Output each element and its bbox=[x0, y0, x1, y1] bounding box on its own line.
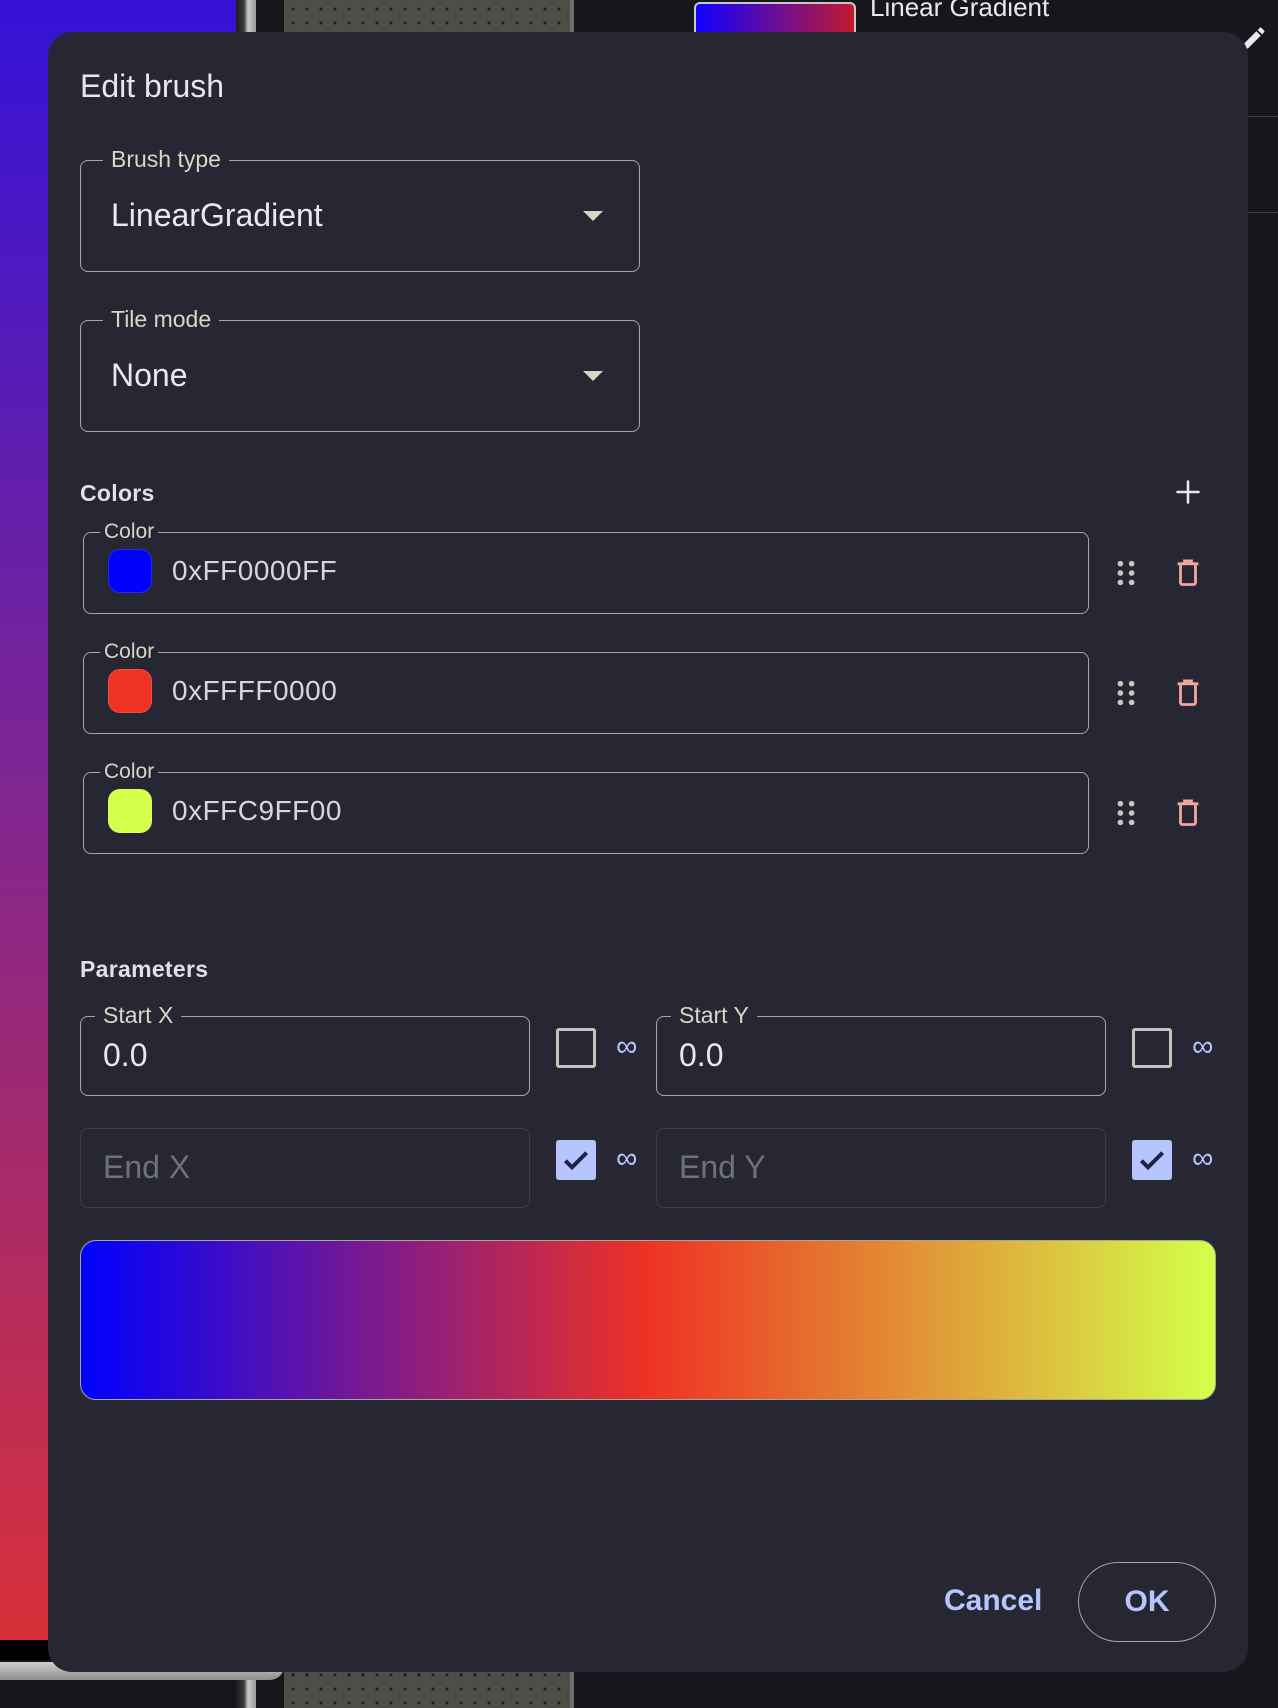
color-field-label: Color bbox=[100, 638, 159, 666]
edit-brush-dialog: Edit brush Brush type LinearGradient Til… bbox=[48, 32, 1248, 1672]
colors-section-label: Colors bbox=[80, 480, 155, 506]
cancel-button[interactable]: Cancel bbox=[944, 1584, 1042, 1618]
start-y-input[interactable]: Start Y 0.0 bbox=[656, 1001, 1106, 1096]
color-swatch[interactable] bbox=[108, 549, 152, 593]
start-x-value: 0.0 bbox=[103, 1037, 148, 1073]
parameters-section-label: Parameters bbox=[80, 956, 209, 982]
color-swatch[interactable] bbox=[108, 669, 152, 713]
color-value: 0xFFFF0000 bbox=[172, 675, 338, 706]
infinity-icon: ∞ bbox=[616, 1142, 638, 1175]
start-x-infinite-checkbox[interactable] bbox=[556, 1028, 596, 1068]
add-color-button[interactable] bbox=[1168, 472, 1208, 512]
start-x-label: Start X bbox=[95, 1001, 182, 1029]
color-swatch[interactable] bbox=[108, 789, 152, 833]
end-y-input: End Y bbox=[656, 1128, 1106, 1208]
caret-down-icon bbox=[583, 211, 603, 221]
delete-color-button[interactable] bbox=[1168, 553, 1208, 593]
end-x-input: End X bbox=[80, 1128, 530, 1208]
checkmark-icon bbox=[563, 1151, 589, 1171]
drag-handle-icon[interactable] bbox=[1106, 553, 1146, 593]
infinity-icon: ∞ bbox=[1192, 1142, 1214, 1175]
brush-list-item-title: Linear Gradient bbox=[870, 0, 1050, 22]
infinity-icon: ∞ bbox=[616, 1030, 638, 1063]
trash-icon bbox=[1177, 799, 1199, 826]
drag-handle-icon[interactable] bbox=[1106, 793, 1146, 833]
delete-color-button[interactable] bbox=[1168, 673, 1208, 713]
color-field[interactable]: Color 0xFFC9FF00 bbox=[83, 758, 1089, 854]
brush-type-value: LinearGradient bbox=[111, 197, 323, 233]
start-y-value: 0.0 bbox=[679, 1037, 724, 1073]
delete-color-button[interactable] bbox=[1168, 793, 1208, 833]
trash-icon bbox=[1177, 679, 1199, 706]
plus-icon bbox=[1176, 480, 1200, 504]
brush-type-label: Brush type bbox=[103, 145, 229, 173]
tile-mode-value: None bbox=[111, 357, 188, 393]
color-field[interactable]: Color 0xFF0000FF bbox=[83, 518, 1089, 614]
ok-button[interactable]: OK bbox=[1078, 1562, 1216, 1642]
drag-handle-icon[interactable] bbox=[1106, 673, 1146, 713]
tile-mode-label: Tile mode bbox=[103, 305, 220, 333]
caret-down-icon bbox=[583, 371, 603, 381]
color-field[interactable]: Color 0xFFFF0000 bbox=[83, 638, 1089, 734]
color-field-label: Color bbox=[100, 518, 159, 546]
end-x-placeholder: End X bbox=[103, 1149, 191, 1185]
color-value: 0xFFC9FF00 bbox=[172, 795, 342, 826]
checkmark-icon bbox=[1139, 1151, 1165, 1171]
color-value: 0xFF0000FF bbox=[172, 555, 338, 586]
color-field-label: Color bbox=[100, 758, 159, 786]
end-y-infinite-checkbox[interactable] bbox=[1132, 1140, 1172, 1180]
dialog-title: Edit brush bbox=[80, 68, 225, 104]
brush-type-select[interactable]: Brush type LinearGradient bbox=[80, 145, 640, 272]
end-x-infinite-checkbox[interactable] bbox=[556, 1140, 596, 1180]
trash-icon bbox=[1177, 559, 1199, 586]
end-y-placeholder: End Y bbox=[679, 1149, 766, 1185]
start-x-input[interactable]: Start X 0.0 bbox=[80, 1001, 530, 1096]
infinity-icon: ∞ bbox=[1192, 1030, 1214, 1063]
start-y-infinite-checkbox[interactable] bbox=[1132, 1028, 1172, 1068]
gradient-preview bbox=[80, 1240, 1216, 1400]
start-y-label: Start Y bbox=[671, 1001, 757, 1029]
tile-mode-select[interactable]: Tile mode None bbox=[80, 305, 640, 432]
